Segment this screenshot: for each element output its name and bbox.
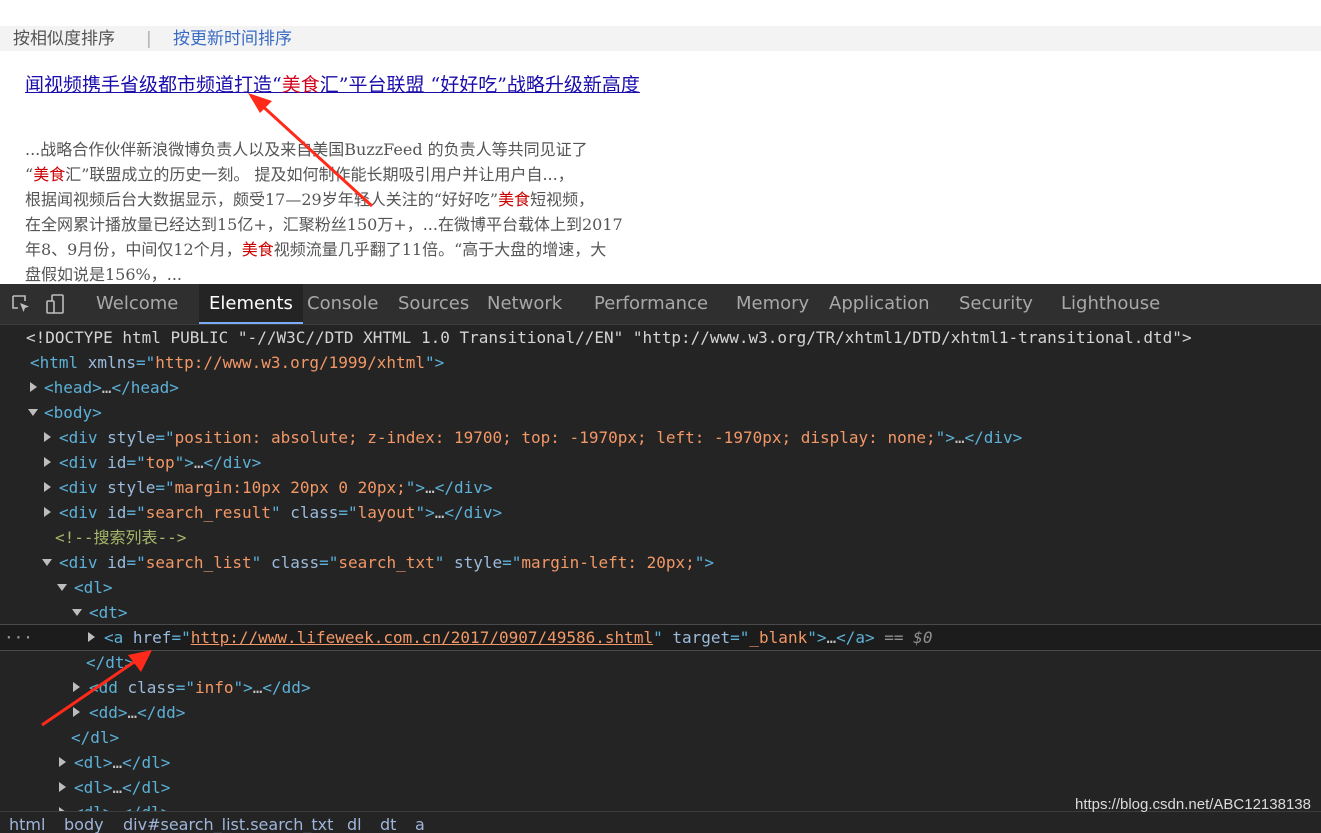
row-menu-dots[interactable]: ··· bbox=[4, 625, 33, 650]
tab-elements[interactable]: Elements bbox=[199, 284, 303, 324]
dom-node-doctype[interactable]: <!DOCTYPE html PUBLIC "-//W3C//DTD XHTML… bbox=[0, 325, 1321, 350]
devtools-panel: Welcome Elements Console Sources Network… bbox=[0, 284, 1321, 833]
sort-bar: 按相似度排序 | 按更新时间排序 bbox=[0, 26, 1321, 51]
title-text: 闻视频携手省级都市频道打造“ bbox=[25, 74, 282, 96]
tab-welcome[interactable]: Welcome bbox=[96, 284, 178, 324]
tab-security[interactable]: Security bbox=[959, 284, 1033, 324]
dom-node-div-search-list[interactable]: <div id="search_list" class="search_txt"… bbox=[0, 550, 1321, 575]
collapse-triangle-icon[interactable] bbox=[42, 559, 52, 566]
web-page-area: 按相似度排序 | 按更新时间排序 闻视频携手省级都市频道打造“美食汇”平台联盟 … bbox=[0, 0, 1321, 284]
tab-network[interactable]: Network bbox=[487, 284, 562, 324]
attr-value: position: absolute; z-index: 19700; top:… bbox=[174, 428, 936, 447]
attr-value: top bbox=[145, 453, 175, 472]
href-link[interactable]: http://www.lifeweek.com.cn/2017/0907/495… bbox=[191, 628, 653, 647]
expand-triangle-icon[interactable] bbox=[73, 707, 80, 717]
dom-node-html[interactable]: <html xmlns="http://www.w3.org/1999/xhtm… bbox=[0, 350, 1321, 375]
sort-by-time-link[interactable]: 按更新时间排序 bbox=[173, 28, 292, 50]
dom-node-comment[interactable]: <!--搜索列表--> bbox=[0, 525, 1321, 550]
result-snippet: ...战略合作伙伴新浪微博负责人以及来自美国BuzzFeed 的负责人等共同见证… bbox=[25, 137, 715, 287]
attr-value: info bbox=[194, 678, 234, 697]
expand-triangle-icon[interactable] bbox=[73, 682, 80, 692]
expand-triangle-icon[interactable] bbox=[88, 632, 95, 642]
snippet-line: 根据闻视频后台大数据显示，颇受17—29岁年轻人关注的“好好吃”美食短视频， bbox=[25, 190, 595, 209]
tab-application[interactable]: Application bbox=[829, 284, 930, 324]
attr-value: margin-left: 20px; bbox=[521, 553, 695, 572]
tab-performance[interactable]: Performance bbox=[594, 284, 708, 324]
dom-node-dd[interactable]: <dd>…</dd> bbox=[0, 700, 1321, 725]
dom-node-dl-2[interactable]: <dl>…</dl> bbox=[0, 750, 1321, 775]
breadcrumb-body[interactable]: body bbox=[64, 814, 104, 833]
sort-separator: | bbox=[146, 29, 152, 49]
expand-triangle-icon[interactable] bbox=[44, 432, 51, 442]
dom-node-div-margin[interactable]: <div style="margin:10px 20px 0 20px;">…<… bbox=[0, 475, 1321, 500]
dom-node-dt-close[interactable]: </dt> bbox=[0, 650, 1321, 675]
dom-node-div-hidden[interactable]: <div style="position: absolute; z-index:… bbox=[0, 425, 1321, 450]
dom-node-head[interactable]: <head>…</head> bbox=[0, 375, 1321, 400]
attr-value: search_txt bbox=[338, 553, 435, 572]
sort-by-relevance[interactable]: 按相似度排序 bbox=[13, 28, 115, 50]
dom-node-dl-close[interactable]: </dl> bbox=[0, 725, 1321, 750]
result-title-link[interactable]: 闻视频携手省级都市频道打造“美食汇”平台联盟 “好好吃”战略升级新高度 bbox=[25, 68, 715, 102]
attr-value: layout bbox=[357, 503, 416, 522]
collapse-triangle-icon[interactable] bbox=[28, 409, 38, 416]
selected-marker: == $0 bbox=[884, 628, 933, 647]
dom-node-a-selected[interactable]: ··· <a href="http://www.lifeweek.com.cn/… bbox=[0, 624, 1321, 651]
expand-triangle-icon[interactable] bbox=[44, 482, 51, 492]
dom-node-dt[interactable]: <dt> bbox=[0, 600, 1321, 625]
device-toolbar-icon[interactable] bbox=[44, 293, 66, 315]
breadcrumb-dt[interactable]: dt bbox=[380, 814, 396, 833]
doctype-text: <!DOCTYPE html PUBLIC "-//W3C//DTD XHTML… bbox=[26, 328, 1192, 347]
snippet-line: “美食汇”联盟成立的历史一刻。 提及如何制作能长期吸引用户并让用户自...， bbox=[25, 165, 574, 184]
expand-triangle-icon[interactable] bbox=[44, 457, 51, 467]
expand-triangle-icon[interactable] bbox=[59, 757, 66, 767]
title-text-2: 汇”平台联盟 “好好吃”战略升级新高度 bbox=[319, 74, 640, 96]
snippet-line: ...战略合作伙伴新浪微博负责人以及来自美国BuzzFeed 的负责人等共同见证… bbox=[25, 140, 588, 159]
tab-sources[interactable]: Sources bbox=[398, 284, 469, 324]
breadcrumb-div[interactable]: div#search_list.search_txt bbox=[123, 814, 333, 833]
attr-value: margin:10px 20px 0 20px; bbox=[174, 478, 406, 497]
attr-value: _blank bbox=[749, 628, 808, 647]
tab-lighthouse[interactable]: Lighthouse bbox=[1061, 284, 1160, 324]
dom-node-dl[interactable]: <dl> bbox=[0, 575, 1321, 600]
snippet-line: 在全网累计播放量已经达到15亿+，汇聚粉丝150万+，...在微博平台载体上到2… bbox=[25, 215, 623, 234]
devtools-toolbar: Welcome Elements Console Sources Network… bbox=[0, 284, 1321, 325]
breadcrumb-html[interactable]: html bbox=[9, 814, 45, 833]
dom-tree: <!DOCTYPE html PUBLIC "-//W3C//DTD XHTML… bbox=[0, 325, 1321, 811]
snippet-line: 年8、9月份，中间仅12个月，美食视频流量几乎翻了11倍。“高于大盘的增速，大 bbox=[25, 240, 607, 259]
expand-triangle-icon[interactable] bbox=[59, 782, 66, 792]
expand-triangle-icon[interactable] bbox=[44, 507, 51, 517]
title-highlight: 美食 bbox=[281, 74, 320, 96]
breadcrumb: html body div#search_list.search_txt dl … bbox=[0, 811, 1321, 833]
tab-console[interactable]: Console bbox=[307, 284, 378, 324]
watermark: https://blog.csdn.net/ABC12138138 bbox=[1074, 796, 1311, 813]
collapse-triangle-icon[interactable] bbox=[72, 609, 82, 616]
inspect-element-icon[interactable] bbox=[10, 293, 32, 315]
tab-memory[interactable]: Memory bbox=[736, 284, 809, 324]
expand-triangle-icon[interactable] bbox=[30, 382, 37, 392]
comment-text: <!--搜索列表--> bbox=[55, 528, 187, 547]
attr-value: search_list bbox=[145, 553, 252, 572]
breadcrumb-a[interactable]: a bbox=[415, 814, 425, 833]
dom-node-div-search-result[interactable]: <div id="search_result" class="layout">…… bbox=[0, 500, 1321, 525]
dom-node-div-top[interactable]: <div id="top">…</div> bbox=[0, 450, 1321, 475]
dom-node-body[interactable]: <body> bbox=[0, 400, 1321, 425]
attr-value: search_result bbox=[145, 503, 271, 522]
dom-node-dd-info[interactable]: <dd class="info">…</dd> bbox=[0, 675, 1321, 700]
html-xmlns-value: http://www.w3.org/1999/xhtml bbox=[155, 353, 425, 372]
collapse-triangle-icon[interactable] bbox=[57, 584, 67, 591]
breadcrumb-dl[interactable]: dl bbox=[347, 814, 362, 833]
